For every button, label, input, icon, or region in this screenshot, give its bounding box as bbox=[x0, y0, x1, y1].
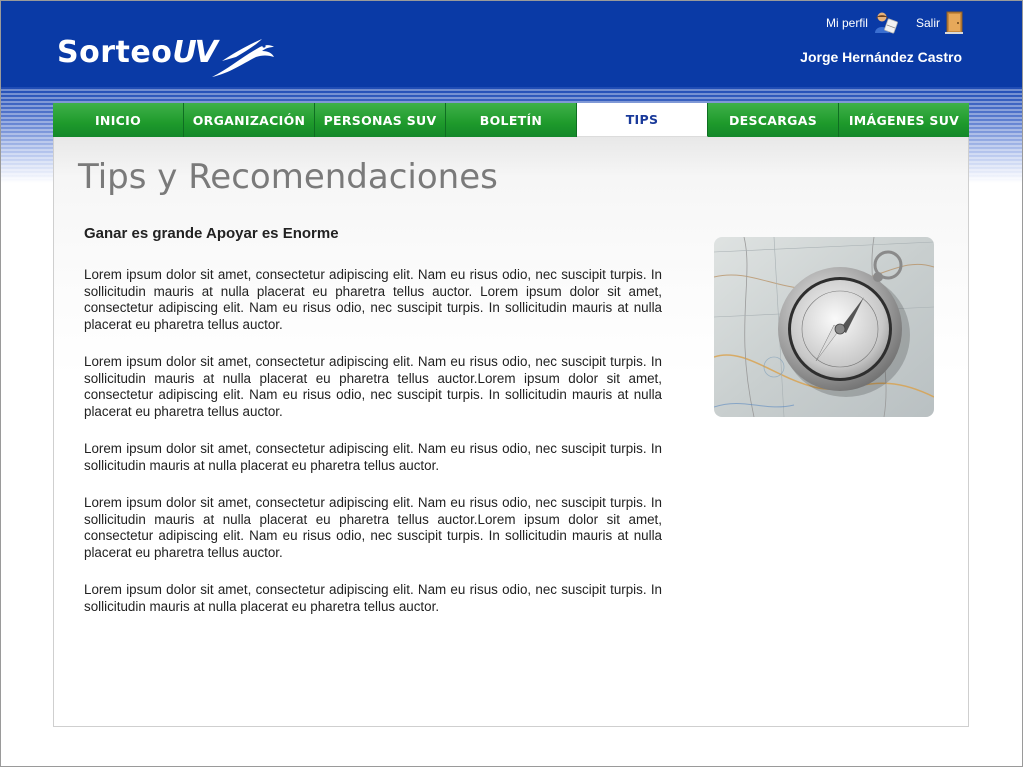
paragraph: Lorem ipsum dolor sit amet, consectetur … bbox=[84, 354, 662, 419]
logout-link-label: Salir bbox=[915, 16, 940, 30]
profile-person-icon bbox=[874, 12, 898, 34]
section-subtitle: Ganar es grande Apoyar es Enorme bbox=[84, 225, 339, 242]
eagle-icon bbox=[211, 39, 274, 77]
nav-item-boletin[interactable]: BOLETÍN bbox=[446, 103, 577, 137]
top-links: Mi perfil Salir bbox=[826, 11, 964, 35]
logout-link[interactable]: Salir bbox=[916, 11, 964, 35]
logo-text: SorteoUV bbox=[57, 35, 218, 70]
sorteo-uv-logo[interactable]: SorteoUV bbox=[57, 33, 276, 83]
main-nav: INICIO ORGANIZACIÓN PERSONAS SUV BOLETÍN… bbox=[53, 103, 969, 137]
profile-link[interactable]: Mi perfil bbox=[826, 11, 898, 35]
nav-item-descargas[interactable]: DESCARGAS bbox=[708, 103, 839, 137]
compass-photo bbox=[714, 237, 934, 417]
content-panel: Tips y Recomendaciones Ganar es grande A… bbox=[53, 137, 969, 727]
paragraph: Lorem ipsum dolor sit amet, consectetur … bbox=[84, 495, 662, 560]
compass-on-map-image bbox=[714, 237, 934, 417]
nav-item-personas-suv[interactable]: PERSONAS SUV bbox=[315, 103, 446, 137]
paragraph-list: Lorem ipsum dolor sit amet, consectetur … bbox=[84, 267, 662, 636]
page-frame: SorteoUV Mi perfil Salir Jorge Hernández… bbox=[0, 0, 1023, 767]
nav-item-tips[interactable]: TIPS bbox=[577, 103, 708, 137]
nav-item-imagenes-suv[interactable]: IMÁGENES SUV bbox=[839, 103, 969, 137]
user-name: Jorge Hernández Castro bbox=[800, 49, 962, 65]
nav-item-organizacion[interactable]: ORGANIZACIÓN bbox=[184, 103, 315, 137]
nav-item-inicio[interactable]: INICIO bbox=[53, 103, 184, 137]
paragraph: Lorem ipsum dolor sit amet, consectetur … bbox=[84, 582, 662, 614]
paragraph: Lorem ipsum dolor sit amet, consectetur … bbox=[84, 267, 662, 332]
profile-link-label: Mi perfil bbox=[825, 16, 868, 30]
page-title: Tips y Recomendaciones bbox=[78, 157, 498, 197]
paragraph: Lorem ipsum dolor sit amet, consectetur … bbox=[84, 441, 662, 473]
door-exit-icon bbox=[945, 11, 963, 34]
